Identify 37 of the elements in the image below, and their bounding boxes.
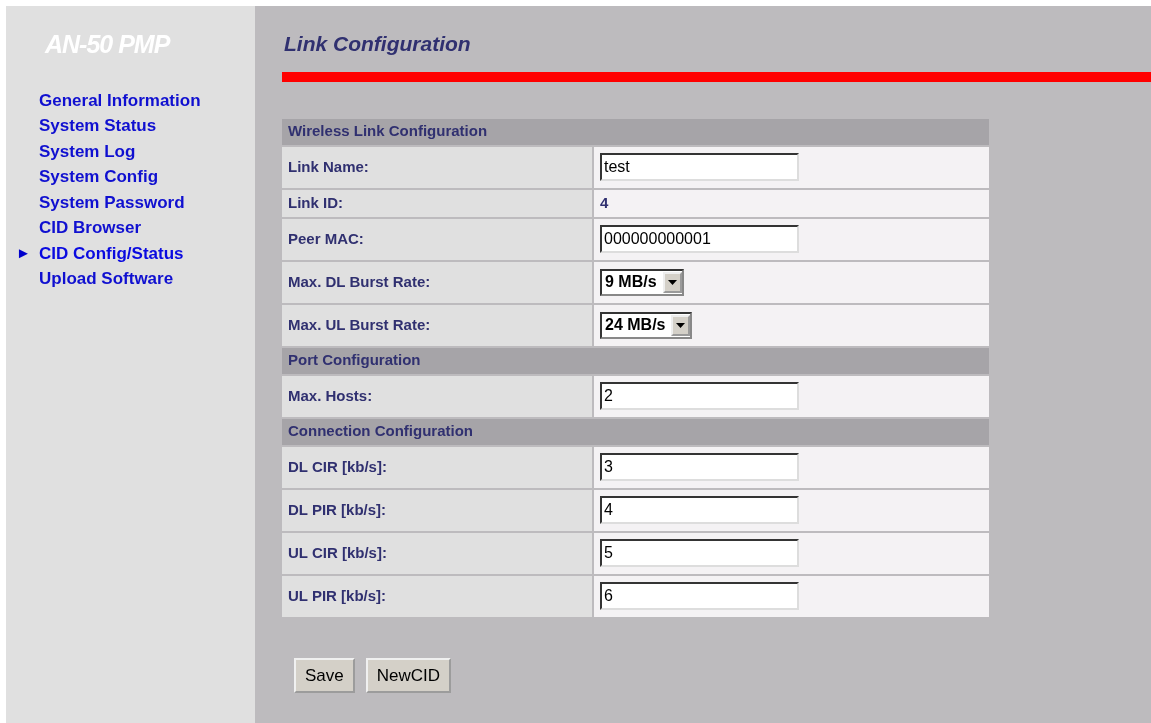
field-label: UL PIR [kb/s]: (282, 575, 594, 617)
text-field[interactable]: 5 (600, 539, 799, 567)
sidebar-link[interactable]: CID Browser (39, 219, 142, 237)
section-header: Wireless Link Configuration (282, 118, 989, 145)
field-label: UL CIR [kb/s]: (282, 532, 594, 574)
field-label: DL PIR [kb/s]: (282, 489, 594, 531)
sidebar-link[interactable]: System Config (39, 168, 159, 186)
section-header: Port Configuration (282, 347, 989, 374)
text-field[interactable]: 3 (600, 453, 799, 481)
dropdown-arrow-icon (667, 279, 677, 285)
dropdown[interactable]: 24 MB/s (600, 311, 693, 339)
sidebar-link[interactable]: System Password (39, 193, 185, 211)
text-field[interactable]: test (600, 153, 799, 181)
sidebar-link[interactable]: CID Config/Status (39, 244, 184, 262)
sidebar-link[interactable]: Upload Software (39, 270, 174, 288)
selected-marker-icon: ► (16, 244, 31, 261)
form-button[interactable]: NewCID (365, 657, 452, 693)
field-value: 4 (600, 193, 609, 211)
dropdown[interactable]: 9 MB/s (600, 268, 684, 296)
text-field[interactable]: 000000000001 (600, 225, 799, 253)
text-field[interactable]: 4 (600, 496, 799, 524)
text-field[interactable]: 2 (600, 382, 799, 410)
field-label: DL CIR [kb/s]: (282, 446, 594, 488)
form-button[interactable]: Save (294, 657, 355, 693)
page-title: Link Configuration (284, 31, 471, 57)
field-label: Link ID: (282, 189, 594, 217)
text-field[interactable]: 6 (600, 582, 799, 610)
section-header: Connection Configuration (282, 418, 989, 445)
field-label: Link Name: (282, 146, 594, 188)
field-label: Max. DL Burst Rate: (282, 261, 594, 303)
sidebar-link[interactable]: General Information (39, 91, 201, 109)
field-label: Max. Hosts: (282, 375, 594, 417)
sidebar-link[interactable]: System Status (39, 117, 157, 135)
field-label: Peer MAC: (282, 218, 594, 260)
dropdown-arrow-icon (676, 322, 686, 328)
field-label: Max. UL Burst Rate: (282, 304, 594, 346)
sidebar-link[interactable]: System Log (39, 142, 136, 160)
